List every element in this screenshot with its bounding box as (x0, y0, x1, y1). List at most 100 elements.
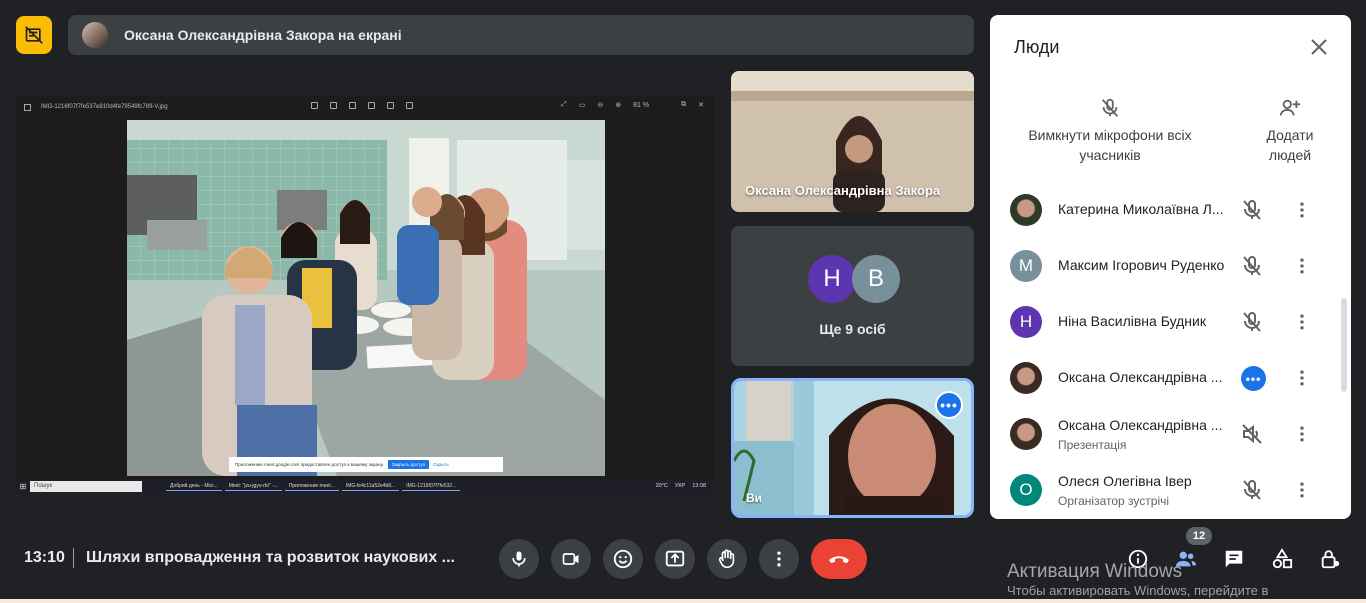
participant-more-button[interactable] (1290, 478, 1314, 502)
avatar: О (1010, 474, 1042, 506)
participant-name: Олеся Олегівна Івер (1058, 473, 1192, 489)
participant-row[interactable]: Оксана Олександрівна ... Презентація (990, 406, 1340, 462)
more-vert-icon (1300, 370, 1304, 386)
tile-name: Оксана Олександрівна Закора (745, 183, 941, 198)
participant-mic-status[interactable] (1240, 310, 1264, 334)
taskbar-search[interactable]: Пошук (30, 480, 142, 492)
windows-start-icon[interactable]: ⊞ (16, 482, 30, 491)
screen-share-notice: Приложению meet.google.com предоставлен … (229, 457, 503, 472)
stop-sharing-button[interactable]: Закрыть доступ (387, 460, 430, 469)
self-more-options-button[interactable]: ••• (935, 391, 963, 419)
participant-tile-self[interactable]: ••• Ви (731, 378, 974, 518)
end-call-button[interactable] (811, 539, 867, 579)
close-icon (1311, 39, 1327, 55)
participant-row[interactable]: Н Ніна Василівна Будник (990, 294, 1340, 350)
avatar: М (1010, 250, 1042, 282)
hand-icon (718, 549, 735, 569)
others-count-label: Ще 9 осіб (819, 321, 886, 337)
volume-off-icon (1242, 424, 1262, 444)
raise-hand-button[interactable] (707, 539, 747, 579)
camera-button[interactable] (551, 539, 591, 579)
avatar: Н (1010, 306, 1042, 338)
taskbar-app[interactable]: Добрий день - Micr... (166, 481, 222, 491)
more-vert-icon (1300, 258, 1304, 274)
system-tray: 20°C УКР 13:08 (656, 483, 714, 489)
panel-scrollbar[interactable] (1341, 298, 1347, 392)
taskbar-app[interactable]: Приложение meet... (284, 481, 339, 491)
group-photo-image (127, 120, 605, 476)
activation-title: Активация Windows (1007, 562, 1183, 582)
viewer-tools (311, 102, 413, 109)
participant-more-button[interactable] (1290, 198, 1314, 222)
close-panel-button[interactable] (1307, 35, 1331, 59)
more-vert-icon (1300, 426, 1304, 442)
people-panel: Люди Вимкнути мікрофони всіх учасників Д… (990, 15, 1351, 519)
taskbar-app[interactable]: IMG-fe4c11a52e4b8... (341, 481, 400, 491)
more-options-button[interactable] (759, 539, 799, 579)
participant-row[interactable]: О Олеся Олегівна Івер Організатор зустрічі (990, 462, 1340, 518)
edit-icon (311, 102, 318, 109)
mute-all-button[interactable]: Вимкнути мікрофони всіх учасників (1010, 97, 1210, 165)
rotate-icon (330, 102, 337, 109)
layout-toggle-button[interactable] (16, 16, 52, 54)
taskbar-app[interactable]: Meet: "jzu-jgyu-rbi" -... (224, 481, 282, 491)
participant-row[interactable]: Катерина Миколаївна Л... (990, 182, 1340, 238)
activation-subtitle: Чтобы активировать Windows, перейдите в (1007, 583, 1269, 598)
fit-icon: ▭ (578, 102, 586, 109)
participant-more-button[interactable] (1290, 422, 1314, 446)
more-vert-icon (1300, 482, 1304, 498)
shared-screen[interactable]: IMG-1216f07f7fe537e810d4fe79549fc789-V.j… (16, 96, 714, 493)
taskbar-app[interactable]: IMG-1216f07f7fe532... (402, 481, 461, 491)
more-vert-icon (1300, 202, 1304, 218)
participant-role: Презентація (1058, 438, 1127, 452)
participant-tile-others[interactable]: Н В Ще 9 осіб (731, 226, 974, 366)
mic-off-icon (1243, 200, 1261, 220)
divider (73, 548, 74, 568)
layout-icon (25, 26, 43, 44)
participant-mic-status[interactable] (1240, 198, 1264, 222)
viewer-filename: IMG-1216f07f7fe537e810d4fe79549fc789-V.j… (41, 104, 168, 110)
mic-off-icon (1243, 256, 1261, 276)
hide-notice-link[interactable]: Скрыть (433, 462, 449, 467)
participant-name: Ніна Василівна Будник (1058, 313, 1206, 329)
tile-name: Ви (746, 491, 763, 505)
camera-icon (562, 553, 579, 565)
taskbar-search-label: Пошук (34, 483, 53, 489)
window-edge (0, 599, 1366, 603)
presenter-banner: Оксана Олександрівна Закора на екрані (68, 15, 974, 55)
add-person-icon (1279, 99, 1301, 116)
participant-mic-status[interactable] (1240, 254, 1264, 278)
participant-more-button[interactable] (1290, 366, 1314, 390)
participant-mic-status[interactable] (1240, 422, 1264, 446)
participant-role: Організатор зустрічі (1058, 494, 1170, 508)
mic-icon (512, 551, 526, 567)
heart-icon (368, 102, 375, 109)
participant-more-button[interactable] (1290, 310, 1314, 334)
tray-time: 13:08 (692, 483, 706, 489)
participant-row[interactable]: М Максим Ігорович Руденко (990, 238, 1340, 294)
participant-name: Катерина Миколаївна Л... (1058, 201, 1224, 217)
participant-mic-status[interactable] (1240, 478, 1264, 502)
speaking-indicator: ••• (1241, 366, 1266, 391)
add-people-label: Додати людей (1266, 127, 1314, 163)
close-window-icon: ✕ (698, 102, 704, 109)
viewer-zoom-tools: ⤢ ▭ ⊖ ⊕ 81 % ⧉ ✕ (561, 101, 704, 109)
more-vert-icon (777, 551, 781, 567)
avatar (1010, 194, 1042, 226)
delete-icon (349, 102, 356, 109)
mute-all-label: Вимкнути мікрофони всіх учасників (1028, 127, 1192, 163)
zoom-level: 81 % (633, 101, 650, 109)
participant-row[interactable]: Оксана Олександрівна ... ••• (990, 350, 1340, 406)
participant-tile-presenter[interactable]: Оксана Олександрівна Закора (731, 71, 974, 212)
participant-more-button[interactable] (1290, 254, 1314, 278)
add-people-button[interactable]: Додати людей (1244, 97, 1336, 165)
clock: 13:10 (24, 549, 65, 566)
windows-taskbar: ⊞ Пошук Добрий день - Micr... Meet: "jzu… (16, 479, 714, 493)
present-button[interactable] (655, 539, 695, 579)
mic-button[interactable] (499, 539, 539, 579)
panel-title: Люди (1014, 37, 1060, 57)
present-screen-icon (665, 550, 685, 567)
presenter-banner-text: Оксана Олександрівна Закора на екрані (124, 27, 402, 43)
avatar-initial: Н (808, 255, 856, 303)
reactions-button[interactable] (603, 539, 643, 579)
